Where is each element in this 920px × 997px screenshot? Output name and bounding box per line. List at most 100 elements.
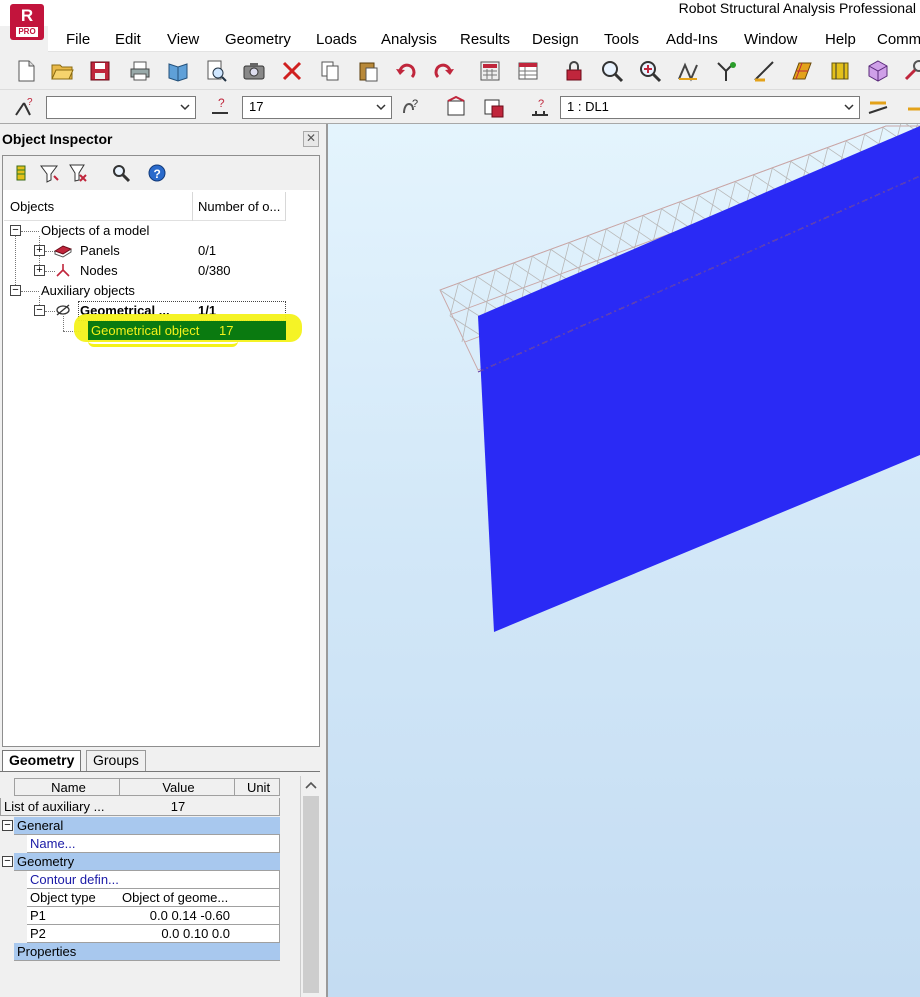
calculator-icon[interactable] xyxy=(476,57,504,85)
load-case-combo[interactable]: 1 : DL1 xyxy=(560,96,860,119)
menu-geometry[interactable]: Geometry xyxy=(225,31,291,48)
redo-icon[interactable] xyxy=(430,57,458,85)
model-viewport[interactable] xyxy=(326,124,920,997)
contour-row[interactable]: Contour defin... xyxy=(27,871,120,889)
bar-selection-icon[interactable]: ? xyxy=(206,93,234,121)
truss-diagonal xyxy=(541,249,552,283)
chevron-down-icon xyxy=(844,104,854,111)
load-case-icon[interactable]: ? xyxy=(526,93,554,121)
app-logo[interactable]: R PRO xyxy=(10,4,44,40)
mesh-icon[interactable] xyxy=(788,57,816,85)
table-icon[interactable] xyxy=(514,57,542,85)
clear-filter-icon[interactable] xyxy=(63,159,91,187)
node-tool-icon[interactable] xyxy=(712,57,740,85)
inspector-title: Object Inspector xyxy=(2,131,113,147)
name-unit xyxy=(234,835,280,853)
list-row-value[interactable]: 17 xyxy=(119,798,235,816)
print-preview-icon[interactable] xyxy=(164,57,192,85)
section-general: General xyxy=(14,817,280,835)
tree-view-icon[interactable] xyxy=(7,159,35,187)
find-icon[interactable] xyxy=(107,159,135,187)
hand-select-icon[interactable]: ? xyxy=(396,93,424,121)
column-objects[interactable]: Objects xyxy=(10,199,54,214)
p1-unit xyxy=(234,907,280,925)
geometrical-object-label: Geometrical object xyxy=(91,323,200,338)
name-value[interactable] xyxy=(119,835,235,853)
menu-file[interactable]: File xyxy=(66,31,90,48)
expand-toggle[interactable]: + xyxy=(34,245,45,256)
truss-diagonal xyxy=(615,222,626,256)
menu-help[interactable]: Help xyxy=(825,31,856,48)
frame-save-icon[interactable] xyxy=(480,93,508,121)
delete-icon[interactable] xyxy=(278,57,306,85)
tree-item-geometrical-object-selected[interactable]: Geometrical object 17 xyxy=(88,321,286,340)
truss-diagonal xyxy=(597,228,607,262)
menu-view[interactable]: View xyxy=(167,31,199,48)
p2-value[interactable]: 0.0 0.10 0.0 xyxy=(119,925,235,943)
column-separator[interactable] xyxy=(285,192,286,221)
menu-results[interactable]: Results xyxy=(460,31,510,48)
menu-comm[interactable]: Comm xyxy=(877,31,920,48)
paste-icon[interactable] xyxy=(354,57,382,85)
menu-loads[interactable]: Loads xyxy=(316,31,357,48)
selection-cursor-icon[interactable]: ? xyxy=(10,93,38,121)
zoom-window-icon[interactable] xyxy=(598,57,626,85)
grid-scrollbar[interactable] xyxy=(300,776,320,997)
menu-tools[interactable]: Tools xyxy=(604,31,639,48)
svg-text:?: ? xyxy=(412,98,418,110)
menu-window[interactable]: Window xyxy=(744,31,797,48)
contour-value[interactable] xyxy=(119,871,235,889)
help-icon[interactable]: ? xyxy=(143,159,171,187)
new-file-icon[interactable] xyxy=(12,57,40,85)
collapse-toggle[interactable]: − xyxy=(2,820,13,831)
copy-icon[interactable] xyxy=(316,57,344,85)
collapse-toggle[interactable]: − xyxy=(10,225,21,236)
tree-item-panels[interactable]: Panels xyxy=(80,243,120,258)
truss-diagonal xyxy=(504,262,515,296)
measure-icon[interactable] xyxy=(750,57,778,85)
save-icon[interactable] xyxy=(86,57,114,85)
menu-add-ins[interactable]: Add-Ins xyxy=(666,31,718,48)
truss-diagonal xyxy=(634,215,644,249)
screen-capture-icon[interactable] xyxy=(240,57,268,85)
close-icon[interactable]: ✕ xyxy=(303,131,319,147)
zoom-in-icon[interactable] xyxy=(636,57,664,85)
expand-toggle[interactable]: + xyxy=(34,265,45,276)
scrollbar-thumb[interactable] xyxy=(303,796,319,993)
frame-view-icon[interactable] xyxy=(442,93,470,121)
tab-groups[interactable]: Groups xyxy=(86,750,146,771)
tab-geometry[interactable]: Geometry xyxy=(2,750,82,771)
model-canvas[interactable] xyxy=(326,124,920,997)
lock-icon[interactable] xyxy=(560,57,588,85)
column-separator[interactable] xyxy=(192,192,193,221)
load-display-icon[interactable] xyxy=(864,93,892,121)
wrench-icon[interactable] xyxy=(900,57,920,85)
collapse-toggle[interactable]: − xyxy=(34,305,45,316)
structure-view-icon[interactable] xyxy=(674,57,702,85)
chevron-up-icon[interactable] xyxy=(305,780,317,790)
p1-value[interactable]: 0.0 0.14 -0.60 xyxy=(119,907,235,925)
section-icon[interactable] xyxy=(826,57,854,85)
contour-unit xyxy=(234,871,280,889)
3d-view-icon[interactable] xyxy=(864,57,892,85)
object-combo[interactable]: 17 xyxy=(242,96,392,119)
open-folder-icon[interactable] xyxy=(48,57,76,85)
tree-item-objects-of-model[interactable]: Objects of a model xyxy=(41,223,149,238)
print-icon[interactable] xyxy=(126,57,154,85)
tree-item-nodes[interactable]: Nodes xyxy=(80,263,118,278)
collapse-toggle[interactable]: − xyxy=(10,285,21,296)
menu-design[interactable]: Design xyxy=(532,31,579,48)
menu-edit[interactable]: Edit xyxy=(115,31,141,48)
section-properties[interactable]: Properties xyxy=(14,943,280,961)
menu-analysis[interactable]: Analysis xyxy=(381,31,437,48)
collapse-toggle[interactable]: − xyxy=(2,856,13,867)
name-row[interactable]: Name... xyxy=(27,835,120,853)
object-type-value[interactable]: Object of geome... xyxy=(119,889,235,907)
report-preview-icon[interactable] xyxy=(202,57,230,85)
tree-item-auxiliary-objects[interactable]: Auxiliary objects xyxy=(41,283,135,298)
more-tools-icon[interactable] xyxy=(900,93,920,121)
undo-icon[interactable] xyxy=(392,57,420,85)
column-number-of[interactable]: Number of o... xyxy=(198,199,280,214)
selection-combo[interactable] xyxy=(46,96,196,119)
filter-icon[interactable] xyxy=(35,159,63,187)
